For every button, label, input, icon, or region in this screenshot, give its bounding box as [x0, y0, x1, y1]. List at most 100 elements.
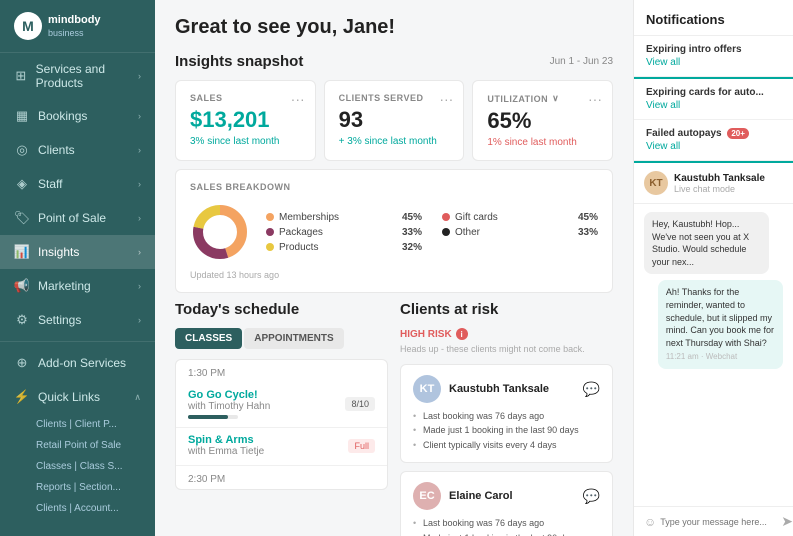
sidebar-label-quicklinks: Quick Links	[38, 390, 100, 404]
schedule-time-2: 2:30 PM	[176, 466, 387, 489]
sidebar-item-pos[interactable]: 🏷 Point of Sale ›	[0, 201, 155, 235]
breakdown-legend: Memberships 45% Gift cards 45% Packages …	[266, 212, 598, 253]
risk-detail-kt-2: Client typically visits every 4 days	[413, 438, 600, 452]
risk-section: Clients at risk HIGH RISK i Heads up - t…	[400, 301, 613, 536]
sidebar-item-bookings[interactable]: ▦ Bookings ›	[0, 99, 155, 133]
sidebar-label-insights: Insights	[38, 245, 79, 259]
metric-clients-menu[interactable]: ···	[439, 91, 453, 107]
sidebar-item-services[interactable]: ⊞ Services and Products ›	[0, 53, 155, 99]
chevron-icon: ›	[138, 247, 141, 257]
metric-sales-menu[interactable]: ···	[291, 91, 305, 107]
emoji-icon[interactable]: ☺	[644, 515, 656, 529]
instructor-spinarms: with Emma Tietje	[188, 446, 264, 457]
progress-fill-gogocycle	[188, 415, 228, 419]
class-name-gogocycle: Go Go Cycle!	[188, 389, 270, 401]
utilization-chevron: ∨	[552, 93, 559, 104]
bottom-row: Today's schedule CLASSES APPOINTMENTS 1:…	[175, 301, 613, 536]
logo: M mindbody business	[0, 0, 155, 53]
message-icon-kt[interactable]: 💬	[583, 381, 600, 398]
notif-expiring-cards: Expiring cards for auto... View all	[634, 79, 793, 120]
sidebar-item-marketing[interactable]: 📢 Marketing ›	[0, 269, 155, 303]
risk-detail-kt-1: Made just 1 booking in the last 90 days	[413, 423, 600, 437]
quicklink-retail[interactable]: Retail Point of Sale	[0, 435, 155, 456]
clients-icon: ◎	[14, 142, 30, 158]
metric-utilization: UTILIZATION ∨ ··· 65% 1% since last mont…	[472, 80, 613, 161]
progress-bar-gogocycle	[188, 415, 238, 419]
notif-expiring-intro: Expiring intro offers View all	[634, 36, 793, 77]
chat-time-1: 11:21 am · Webchat	[666, 351, 775, 362]
logo-icon: M	[14, 12, 42, 40]
bookings-icon: ▦	[14, 108, 30, 124]
metric-util-value: 65%	[487, 108, 598, 134]
sidebar-item-settings[interactable]: ⚙ Settings ›	[0, 303, 155, 337]
notif-expiring-cards-title: Expiring cards for auto...	[646, 87, 781, 98]
metric-clients-label: CLIENTS SERVED	[339, 93, 450, 103]
message-icon-ec[interactable]: 💬	[583, 488, 600, 505]
donut-svg	[190, 202, 250, 262]
quicklink-clients-p[interactable]: Clients | Client P...	[0, 414, 155, 435]
sidebar-item-staff[interactable]: ◈ Staff ›	[0, 167, 155, 201]
logo-name: mindbody	[48, 14, 101, 27]
notif-failed-autopays-title: Failed autopays 20+	[646, 128, 781, 139]
tab-appointments[interactable]: APPOINTMENTS	[244, 328, 343, 349]
send-icon[interactable]: ➤	[781, 513, 793, 530]
products-dot	[266, 243, 274, 251]
schedule-card: 1:30 PM Go Go Cycle! with Timothy Hahn 8…	[175, 359, 388, 490]
chat-input-area: ☺ ➤	[634, 506, 793, 536]
sidebar-item-insights[interactable]: 📊 Insights ›	[0, 235, 155, 269]
legend-products: Products 32%	[266, 242, 422, 253]
schedule-title: Today's schedule	[175, 301, 388, 318]
risk-detail-ec-1: Made just 1 booking in the last 90 days	[413, 531, 600, 536]
sidebar-item-clients[interactable]: ◎ Clients ›	[0, 133, 155, 167]
breakdown-card: SALES BREAKDOWN	[175, 169, 613, 293]
notif-expiring-intro-title: Expiring intro offers	[646, 44, 781, 55]
risk-detail-ec-0: Last booking was 76 days ago	[413, 516, 600, 530]
chevron-icon: ∧	[134, 392, 141, 403]
main-area: Great to see you, Jane! Insights snapsho…	[155, 0, 633, 536]
chevron-icon: ›	[138, 71, 141, 81]
giftcards-dot	[442, 213, 450, 221]
sidebar-label-services: Services and Products	[36, 62, 138, 90]
risk-card-kt: KT Kaustubh Tanksale 💬 Last booking was …	[400, 364, 613, 463]
chat-message-0: Hey, Kaustubh! Hop... We've not seen you…	[644, 212, 769, 274]
chat-user-status: Live chat mode	[674, 184, 765, 194]
notif-title: Notifications	[634, 0, 793, 36]
sidebar-item-quicklinks[interactable]: ⚡ Quick Links ∧	[0, 380, 155, 414]
breakdown-content: Memberships 45% Gift cards 45% Packages …	[190, 202, 598, 262]
legend-giftcards: Gift cards 45%	[442, 212, 598, 223]
chat-input[interactable]	[660, 517, 777, 527]
sidebar-label-clients: Clients	[38, 143, 75, 157]
schedule-item-gogocycle: Go Go Cycle! with Timothy Hahn 8/10	[176, 383, 387, 428]
sidebar-label-pos: Point of Sale	[38, 211, 106, 225]
chat-message-1: Ah! Thanks for the reminder, wanted to s…	[658, 280, 783, 368]
packages-dot	[266, 228, 274, 236]
badge-spinarms: Full	[348, 439, 375, 453]
settings-icon: ⚙	[14, 312, 30, 328]
tab-classes[interactable]: CLASSES	[175, 328, 242, 349]
legend-other: Other 33%	[442, 227, 598, 238]
schedule-time-1: 1:30 PM	[176, 360, 387, 383]
risk-client-kt: KT Kaustubh Tanksale 💬	[413, 375, 600, 403]
notif-expiring-cards-link[interactable]: View all	[646, 100, 781, 111]
chevron-icon: ›	[138, 145, 141, 155]
sidebar-label-marketing: Marketing	[38, 279, 91, 293]
notif-expiring-intro-link[interactable]: View all	[646, 57, 781, 68]
breakdown-title: SALES BREAKDOWN	[190, 182, 598, 192]
snapshot-title: Insights snapshot	[175, 53, 303, 70]
quicklink-classes[interactable]: Classes | Class S...	[0, 456, 155, 477]
notif-failed-autopays-link[interactable]: View all	[646, 141, 781, 152]
chat-user-header: KT Kaustubh Tanksale Live chat mode	[634, 163, 793, 204]
sidebar-label-settings: Settings	[38, 313, 81, 327]
metric-sales-change: 3% since last month	[190, 136, 301, 147]
risk-card-ec: EC Elaine Carol 💬 Last booking was 76 da…	[400, 471, 613, 536]
chevron-icon: ›	[138, 213, 141, 223]
quicklink-clients-a[interactable]: Clients | Account...	[0, 498, 155, 519]
metric-util-menu[interactable]: ···	[588, 91, 602, 107]
sidebar-label-bookings: Bookings	[38, 109, 87, 123]
risk-label: HIGH RISK i	[400, 328, 613, 340]
risk-subtitle: Heads up - these clients might not come …	[400, 344, 613, 354]
quicklink-reports[interactable]: Reports | Section...	[0, 477, 155, 498]
sidebar-item-addons[interactable]: ⊕ Add-on Services	[0, 346, 155, 380]
addons-icon: ⊕	[14, 355, 30, 371]
risk-avatar-ec: EC	[413, 482, 441, 510]
